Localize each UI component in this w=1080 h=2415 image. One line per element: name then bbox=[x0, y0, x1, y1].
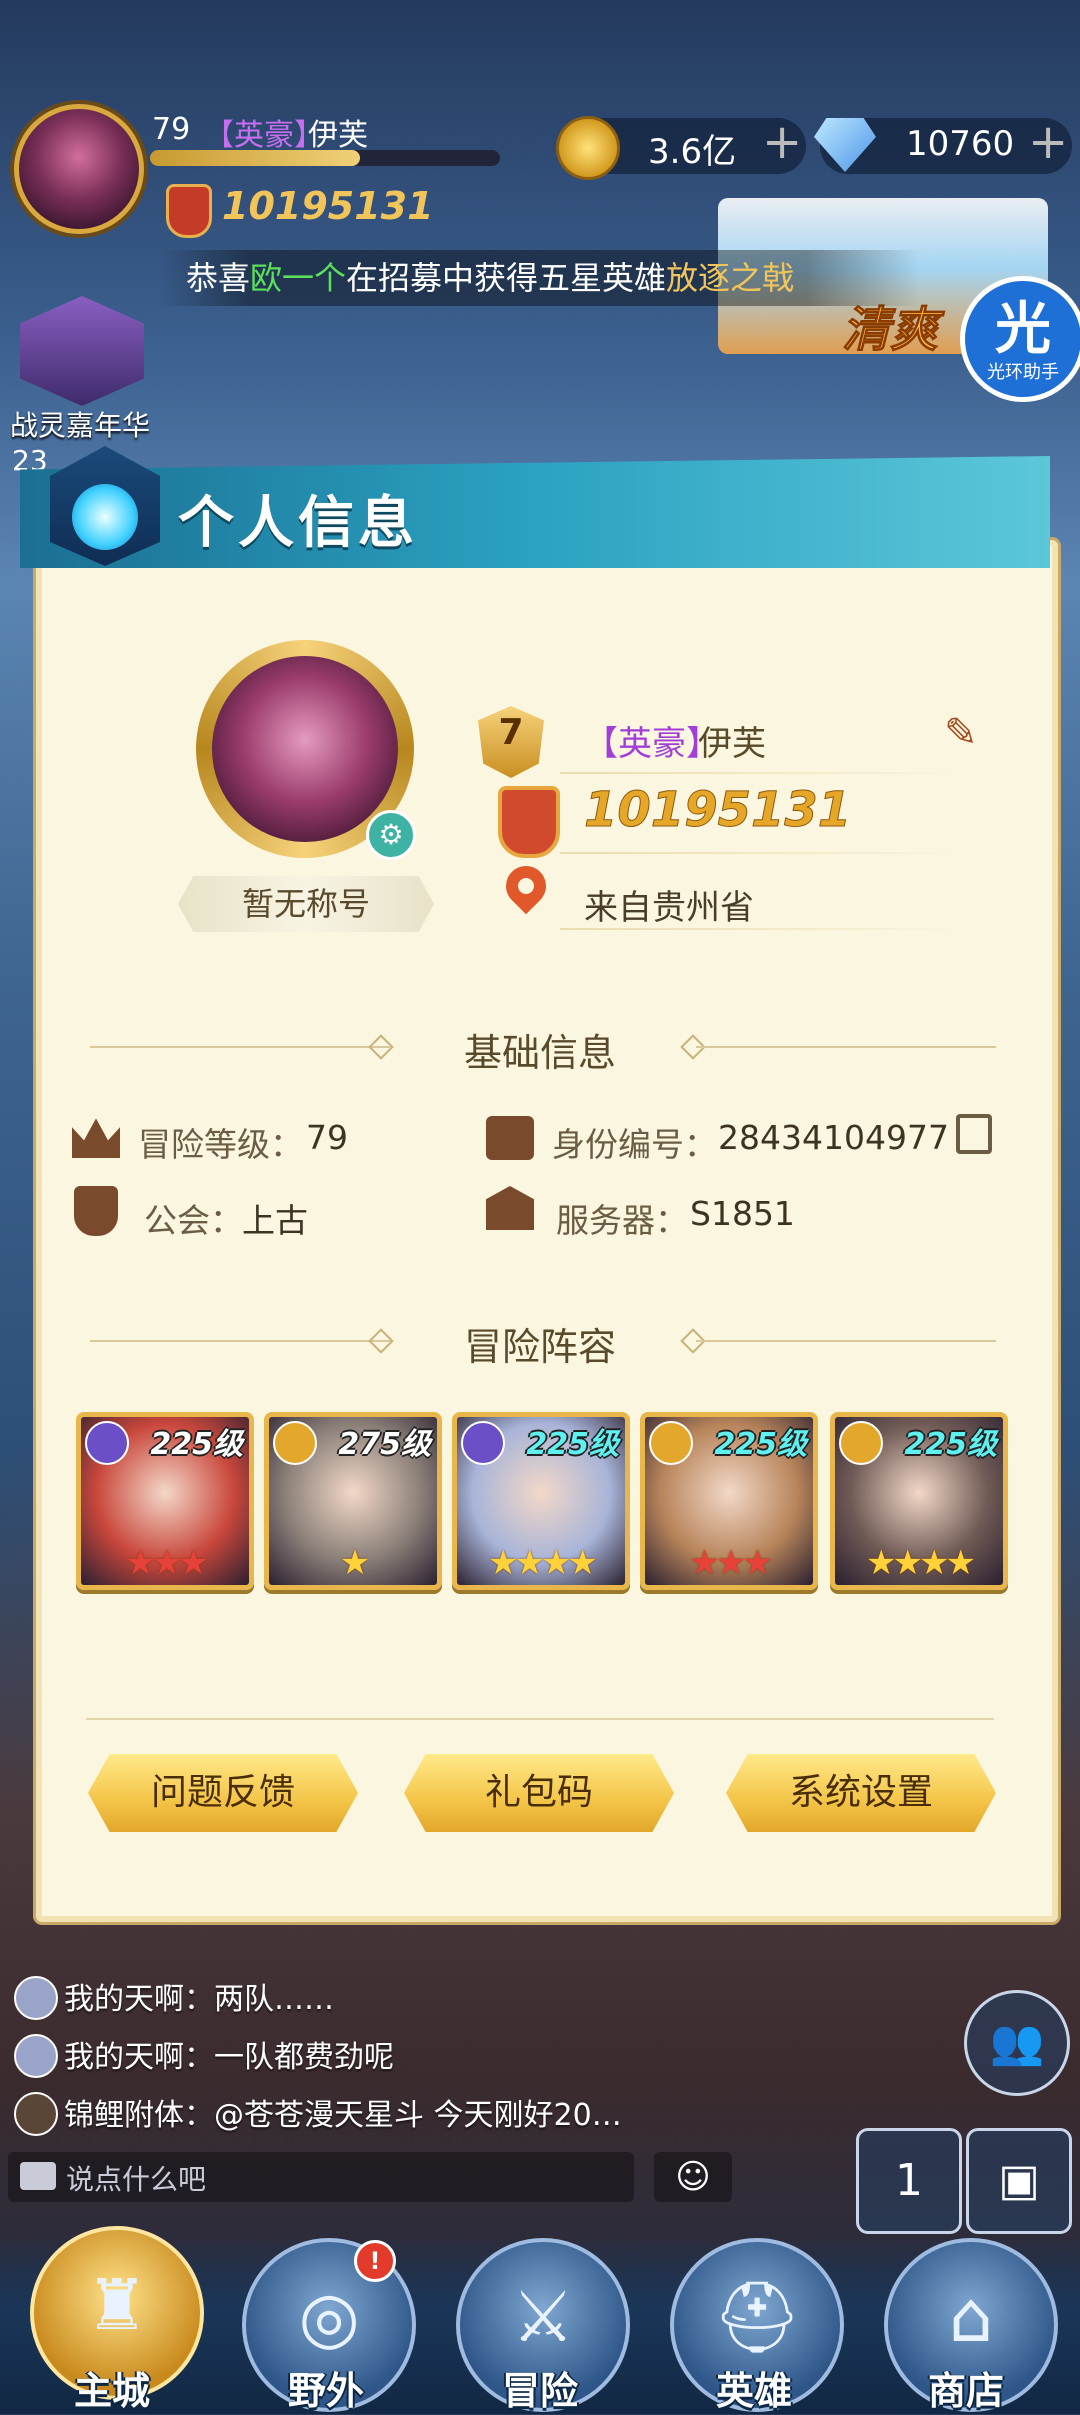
id-value: 28434104977 bbox=[718, 1118, 949, 1157]
panel-title: 个人信息 bbox=[178, 491, 418, 556]
power-shield-icon bbox=[498, 786, 560, 858]
experience-bar bbox=[150, 150, 500, 166]
adventure-level-value: 79 bbox=[306, 1118, 348, 1157]
profile-name: 伊芙 bbox=[698, 724, 766, 764]
halo-helper-glyph: 光 bbox=[995, 297, 1051, 362]
wild-alert-badge: ! bbox=[354, 2240, 396, 2282]
add-diamond-button[interactable]: + bbox=[1028, 118, 1068, 166]
friends-icon[interactable]: 👥 bbox=[964, 1990, 1070, 2096]
chat-placeholder: 说点什么吧 bbox=[66, 2163, 207, 2196]
hero-class-icon bbox=[461, 1421, 505, 1465]
divider bbox=[560, 928, 960, 930]
chat-line: 锦鲤附体：@苍苍漫天星斗 今天刚好20… bbox=[64, 2098, 622, 2133]
nav-wild-label: 野外 bbox=[287, 2369, 364, 2413]
gold-coin-icon bbox=[556, 116, 620, 180]
hero-class-icon bbox=[649, 1421, 693, 1465]
hero-stars: ★★★ bbox=[125, 1543, 208, 1583]
id-label: 身份编号： bbox=[552, 1125, 717, 1164]
section-divider bbox=[90, 1340, 390, 1342]
marquee-prefix: 恭喜 bbox=[186, 259, 251, 297]
marquee-player: 欧一个 bbox=[250, 259, 347, 297]
hero-stars: ★★★★ bbox=[866, 1543, 976, 1583]
diamond-amount: 10760 bbox=[906, 124, 1015, 164]
divider bbox=[560, 852, 960, 854]
panel-bottom-divider bbox=[86, 1718, 994, 1720]
hero-class-icon bbox=[273, 1421, 317, 1465]
location-pin-dot bbox=[518, 878, 534, 894]
hero-stars: ★★★ bbox=[689, 1543, 772, 1583]
chat-avatar[interactable] bbox=[14, 2034, 58, 2078]
chat-avatar[interactable] bbox=[14, 1976, 58, 2020]
add-gold-button[interactable]: + bbox=[762, 118, 802, 166]
hero-class-icon bbox=[839, 1421, 883, 1465]
system-settings-button-label: 系统设置 bbox=[788, 1772, 933, 1813]
feedback-button-label: 问题反馈 bbox=[150, 1772, 295, 1813]
chat-line: 我的天啊：一队都费劲呢 bbox=[64, 2040, 394, 2075]
nav-shop-label: 商店 bbox=[927, 2369, 1004, 2413]
panel-header bbox=[20, 456, 1050, 568]
hero-class-icon bbox=[85, 1421, 129, 1465]
section-title-basic: 基础信息 bbox=[463, 1031, 616, 1075]
profile-badge-orb bbox=[72, 484, 138, 550]
nav-adventure-label: 冒险 bbox=[501, 2369, 578, 2413]
player-title: 暂无称号 bbox=[241, 885, 370, 923]
server-label: 服务器： bbox=[556, 1201, 688, 1240]
edit-name-icon[interactable]: ✎ bbox=[944, 710, 978, 756]
hero-card[interactable]: 225级 ★★★★ bbox=[830, 1412, 1008, 1590]
guild-shield-icon bbox=[74, 1186, 118, 1236]
nav-hero-label: 英雄 bbox=[715, 2369, 792, 2413]
emoji-button[interactable]: ☺ bbox=[654, 2152, 732, 2202]
castle-icon: ♜ bbox=[85, 2264, 149, 2346]
backpack-icon[interactable]: ▣ bbox=[966, 2128, 1072, 2234]
hero-card[interactable]: 225级 ★★★ bbox=[640, 1412, 818, 1590]
adventure-level-label: 冒险等级： bbox=[138, 1125, 303, 1164]
hero-stars: ★★★★ bbox=[488, 1543, 598, 1583]
server-value: S1851 bbox=[690, 1194, 795, 1233]
hud-power: 10195131 bbox=[222, 184, 434, 228]
marquee-text: 恭喜欧一个在招募中获得五星英雄放逐之戟 bbox=[186, 250, 794, 306]
chat-bubble-icon bbox=[20, 2162, 56, 2190]
event-label: 战灵嘉年华 bbox=[10, 409, 151, 442]
event-icon[interactable] bbox=[20, 296, 144, 406]
avatar-settings-icon[interactable]: ⚙ bbox=[366, 810, 416, 860]
section-title-lineup: 冒险阵容 bbox=[463, 1325, 616, 1369]
copy-id-icon[interactable] bbox=[956, 1114, 992, 1154]
hero-card[interactable]: 225级 ★★★ bbox=[76, 1412, 254, 1590]
hero-level: 225级 bbox=[714, 1427, 807, 1462]
hero-card[interactable]: 275级 ★ bbox=[264, 1412, 442, 1590]
hud-rank-tag: 【英豪】 bbox=[204, 118, 324, 153]
gift-code-button-label: 礼包码 bbox=[484, 1772, 593, 1813]
hero-level: 225级 bbox=[150, 1427, 243, 1462]
hero-level: 225级 bbox=[904, 1427, 997, 1462]
profile-avatar[interactable] bbox=[212, 656, 398, 842]
halo-helper-label: 光环助手 bbox=[987, 362, 1059, 383]
guild-value: 上古 bbox=[242, 1201, 308, 1240]
hero-level: 225级 bbox=[526, 1427, 619, 1462]
section-divider bbox=[90, 1046, 390, 1048]
marquee-hero: 放逐之戟 bbox=[666, 259, 795, 297]
hero-stars: ★ bbox=[339, 1543, 370, 1583]
id-card-icon bbox=[486, 1116, 534, 1160]
gold-amount: 3.6亿 bbox=[648, 132, 737, 172]
hero-level: 275级 bbox=[338, 1427, 431, 1462]
chat-avatar[interactable] bbox=[14, 2092, 58, 2136]
section-divider bbox=[696, 1340, 996, 1342]
profile-power: 10195131 bbox=[583, 782, 852, 839]
hud-player-name: 伊芙 bbox=[308, 118, 368, 153]
section-divider bbox=[696, 1046, 996, 1048]
nav-main-city-label: 主城 bbox=[73, 2369, 150, 2413]
marquee-middle: 在招募中获得五星英雄 bbox=[346, 259, 667, 297]
chat-line: 我的天啊：两队…… bbox=[64, 1982, 334, 2017]
power-shield-icon bbox=[166, 184, 212, 238]
ranking-icon[interactable]: 1 bbox=[856, 2128, 962, 2234]
hud-level: 79 bbox=[152, 112, 191, 147]
profile-level: 7 bbox=[498, 712, 524, 753]
guild-label: 公会： bbox=[144, 1201, 243, 1240]
divider bbox=[560, 772, 960, 774]
hero-card[interactable]: 225级 ★★★★ bbox=[452, 1412, 630, 1590]
player-avatar[interactable] bbox=[14, 104, 144, 234]
profile-location: 来自贵州省 bbox=[584, 888, 754, 928]
